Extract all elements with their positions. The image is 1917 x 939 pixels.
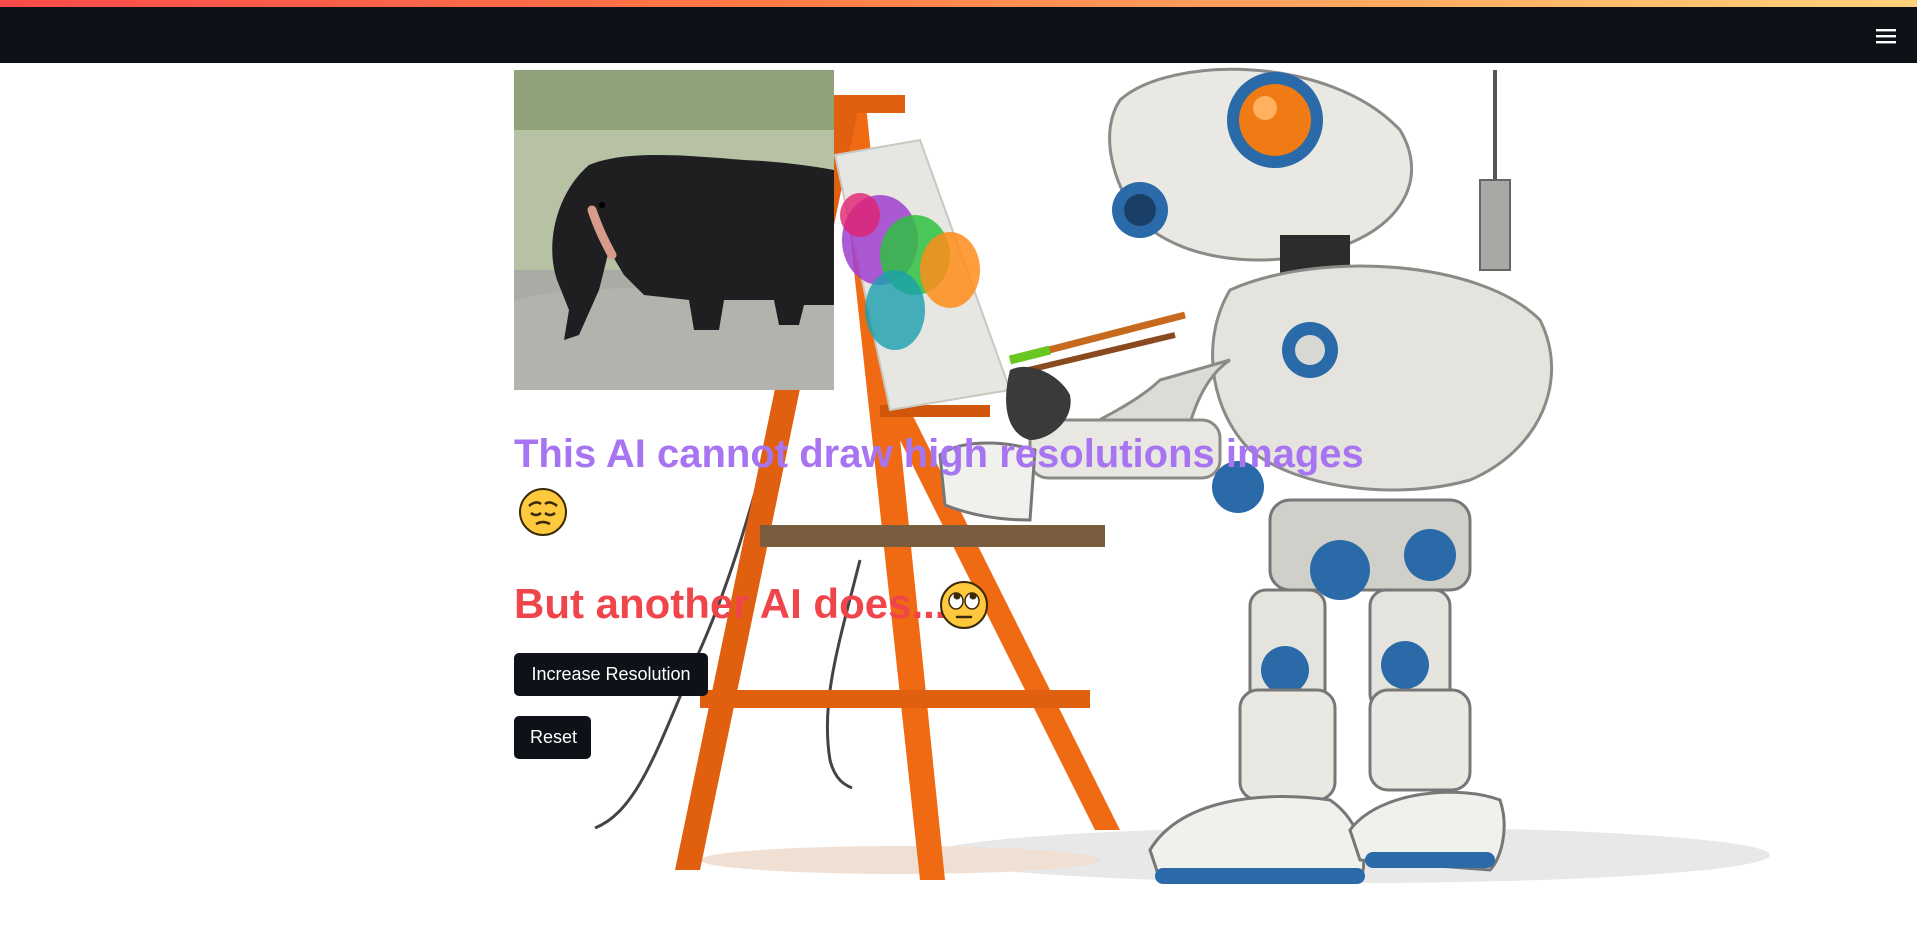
- elephant-photo: [514, 70, 834, 390]
- rolling-eyes-face-icon: [940, 581, 988, 629]
- top-accent-bar: [0, 0, 1917, 7]
- hamburger-menu-icon: [1876, 29, 1896, 44]
- pensive-face-icon: [519, 488, 567, 536]
- increase-resolution-button[interactable]: Increase Resolution: [514, 653, 708, 696]
- robot-painting-illustration: [594, 67, 1770, 884]
- secondary-heading: But another AI does...: [514, 580, 947, 627]
- main-menu-button[interactable]: [1873, 25, 1899, 47]
- reset-button[interactable]: Reset: [514, 716, 591, 759]
- app-header: [0, 0, 1917, 63]
- primary-heading: This AI cannot draw high resolutions ima…: [514, 432, 1364, 476]
